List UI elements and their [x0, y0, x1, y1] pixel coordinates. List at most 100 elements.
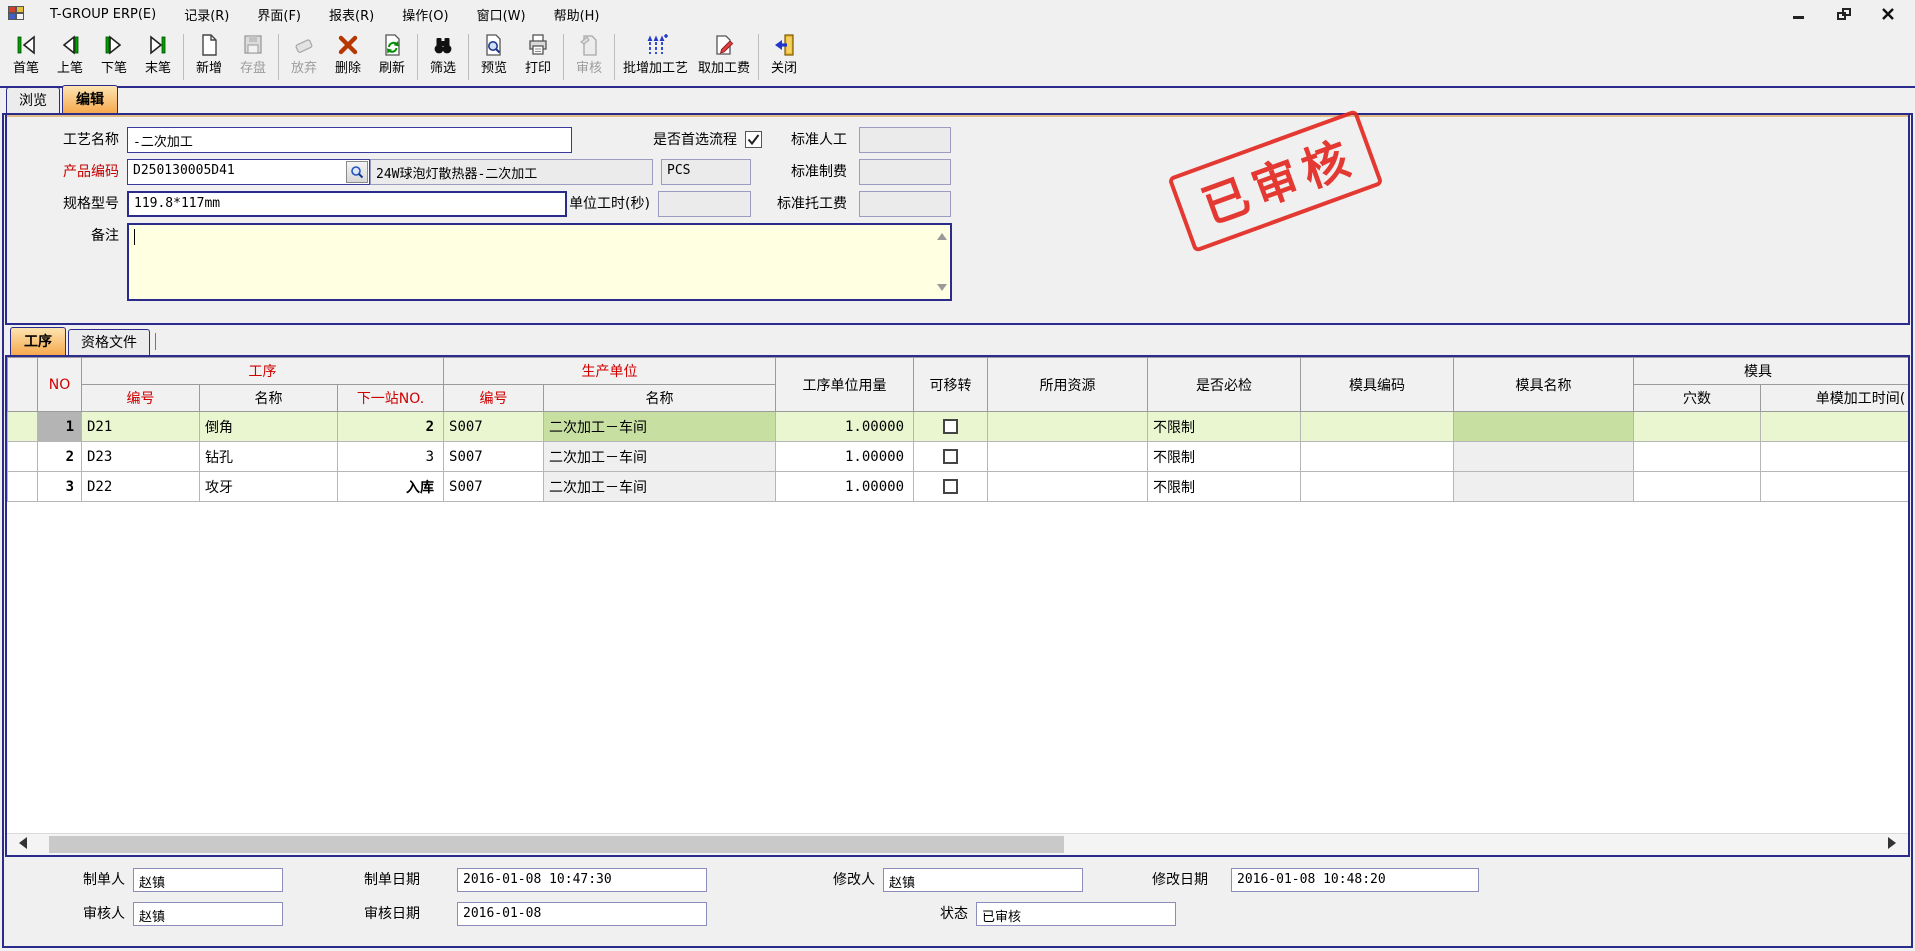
menu-item-operation[interactable]: 操作(O) [388, 1, 462, 28]
menu-item-help[interactable]: 帮助(H) [540, 1, 614, 28]
cell-mold-name[interactable] [1454, 442, 1634, 472]
new-button[interactable]: 新增 [187, 31, 231, 77]
std-outsource-fee-input[interactable] [859, 191, 951, 217]
product-lookup-button[interactable] [346, 161, 368, 183]
detail-tabstrip: 工序 资格文件 [5, 325, 1910, 355]
filter-button[interactable]: 筛选 [421, 31, 465, 77]
spec-model-input[interactable]: 119.8*117mm [127, 191, 567, 217]
horizontal-scrollbar[interactable] [7, 833, 1908, 855]
modify-date-field: 2016-01-08 10:48:20 [1231, 868, 1479, 892]
get-processing-fee-button[interactable]: 取加工费 [693, 31, 755, 77]
first-record-button[interactable]: 首笔 [4, 31, 48, 77]
cell-resource[interactable] [988, 442, 1148, 472]
cell-cavity[interactable] [1634, 472, 1761, 502]
menu-item-report[interactable]: 报表(R) [315, 1, 388, 28]
cell-unit-code[interactable]: S007 [444, 412, 544, 442]
menu-item-interface[interactable]: 界面(F) [243, 1, 315, 28]
cell-usage[interactable]: 1.00000 [776, 442, 914, 472]
cell-usage[interactable]: 1.00000 [776, 412, 914, 442]
discard-button[interactable]: 放弃 [282, 31, 326, 77]
cell-process-code[interactable]: D22 [82, 472, 200, 502]
col-header-mold-code: 模具编码 [1301, 358, 1454, 412]
cell-transferable[interactable] [914, 412, 988, 442]
scroll-left-icon[interactable] [19, 837, 27, 849]
transferable-checkbox[interactable] [943, 419, 958, 434]
tab-edit[interactable]: 编辑 [62, 85, 118, 113]
product-code-input[interactable]: D250130005D41 [127, 159, 370, 185]
cell-mold-name[interactable] [1454, 472, 1634, 502]
cell-must-check[interactable]: 不限制 [1148, 472, 1301, 502]
scrollbar-thumb[interactable] [49, 836, 1064, 853]
menu-item-erp[interactable]: T-GROUP ERP(E) [36, 3, 170, 26]
restore-icon[interactable] [1837, 8, 1851, 20]
cell-no[interactable]: 3 [38, 472, 82, 502]
cell-must-check[interactable]: 不限制 [1148, 412, 1301, 442]
close-icon[interactable] [1881, 8, 1895, 20]
cell-mold-code[interactable] [1301, 412, 1454, 442]
cell-next-station[interactable]: 3 [338, 442, 444, 472]
row-indicator[interactable] [8, 412, 38, 442]
cell-process-name[interactable]: 钻孔 [200, 442, 338, 472]
tab-qualification-docs[interactable]: 资格文件 [68, 329, 150, 355]
cell-transferable[interactable] [914, 442, 988, 472]
close-form-button[interactable]: 关闭 [762, 31, 806, 77]
cell-unit-name[interactable]: 二次加工－车间 [544, 472, 776, 502]
cell-unit-code[interactable]: S007 [444, 472, 544, 502]
process-name-input[interactable]: -二次加工 [127, 127, 572, 153]
audit-icon [577, 33, 601, 57]
menu-item-window[interactable]: 窗口(W) [463, 1, 540, 28]
cell-mold-code[interactable] [1301, 472, 1454, 502]
cell-resource[interactable] [988, 472, 1148, 502]
cell-must-check[interactable]: 不限制 [1148, 442, 1301, 472]
cell-process-name[interactable]: 倒角 [200, 412, 338, 442]
last-record-button[interactable]: 末笔 [136, 31, 180, 77]
cell-mold-code[interactable] [1301, 442, 1454, 472]
batch-add-process-button[interactable]: 批增加工艺 [618, 31, 693, 77]
cell-cavity[interactable] [1634, 442, 1761, 472]
std-labor-input[interactable] [859, 127, 951, 153]
cell-usage[interactable]: 1.00000 [776, 472, 914, 502]
minimize-icon[interactable] [1793, 8, 1807, 20]
cell-unit-name[interactable]: 二次加工－车间 [544, 442, 776, 472]
cell-no[interactable]: 2 [38, 442, 82, 472]
transferable-checkbox[interactable] [943, 449, 958, 464]
audit-button[interactable]: 审核 [567, 31, 611, 77]
cell-unit-name[interactable]: 二次加工－车间 [544, 412, 776, 442]
menu-item-record[interactable]: 记录(R) [170, 1, 243, 28]
cell-process-name[interactable]: 攻牙 [200, 472, 338, 502]
scroll-down-icon[interactable] [937, 284, 947, 291]
delete-button[interactable]: 删除 [326, 31, 370, 77]
row-indicator[interactable] [8, 442, 38, 472]
save-button[interactable]: 存盘 [231, 31, 275, 77]
transferable-checkbox[interactable] [943, 479, 958, 494]
row-indicator[interactable] [8, 472, 38, 502]
cell-transferable[interactable] [914, 472, 988, 502]
tab-browse[interactable]: 浏览 [6, 87, 60, 113]
print-button[interactable]: 打印 [516, 31, 560, 77]
remark-textarea[interactable] [127, 223, 952, 301]
cell-mold-name[interactable] [1454, 412, 1634, 442]
cell-single-time[interactable] [1761, 412, 1908, 442]
std-mfg-fee-input[interactable] [859, 159, 951, 185]
cell-next-station[interactable]: 2 [338, 412, 444, 442]
cell-process-code[interactable]: D23 [82, 442, 200, 472]
cell-next-station[interactable]: 入库 [338, 472, 444, 502]
cell-single-time[interactable] [1761, 442, 1908, 472]
cell-no[interactable]: 1 [38, 412, 82, 442]
toolbar-separator [758, 34, 759, 80]
cell-process-code[interactable]: D21 [82, 412, 200, 442]
next-record-button[interactable]: 下笔 [92, 31, 136, 77]
prev-record-button[interactable]: 上笔 [48, 31, 92, 77]
process-name-label: 工艺名称 [7, 127, 119, 153]
cell-single-time[interactable] [1761, 472, 1908, 502]
refresh-button[interactable]: 刷新 [370, 31, 414, 77]
preview-button[interactable]: 预览 [472, 31, 516, 77]
cell-cavity[interactable] [1634, 412, 1761, 442]
cell-resource[interactable] [988, 412, 1148, 442]
creator-label: 制单人 [5, 868, 125, 892]
tab-process-steps[interactable]: 工序 [10, 327, 66, 355]
filter-binoculars-icon [431, 33, 455, 57]
cell-unit-code[interactable]: S007 [444, 442, 544, 472]
scroll-up-icon[interactable] [937, 233, 947, 240]
scroll-right-icon[interactable] [1888, 837, 1896, 849]
